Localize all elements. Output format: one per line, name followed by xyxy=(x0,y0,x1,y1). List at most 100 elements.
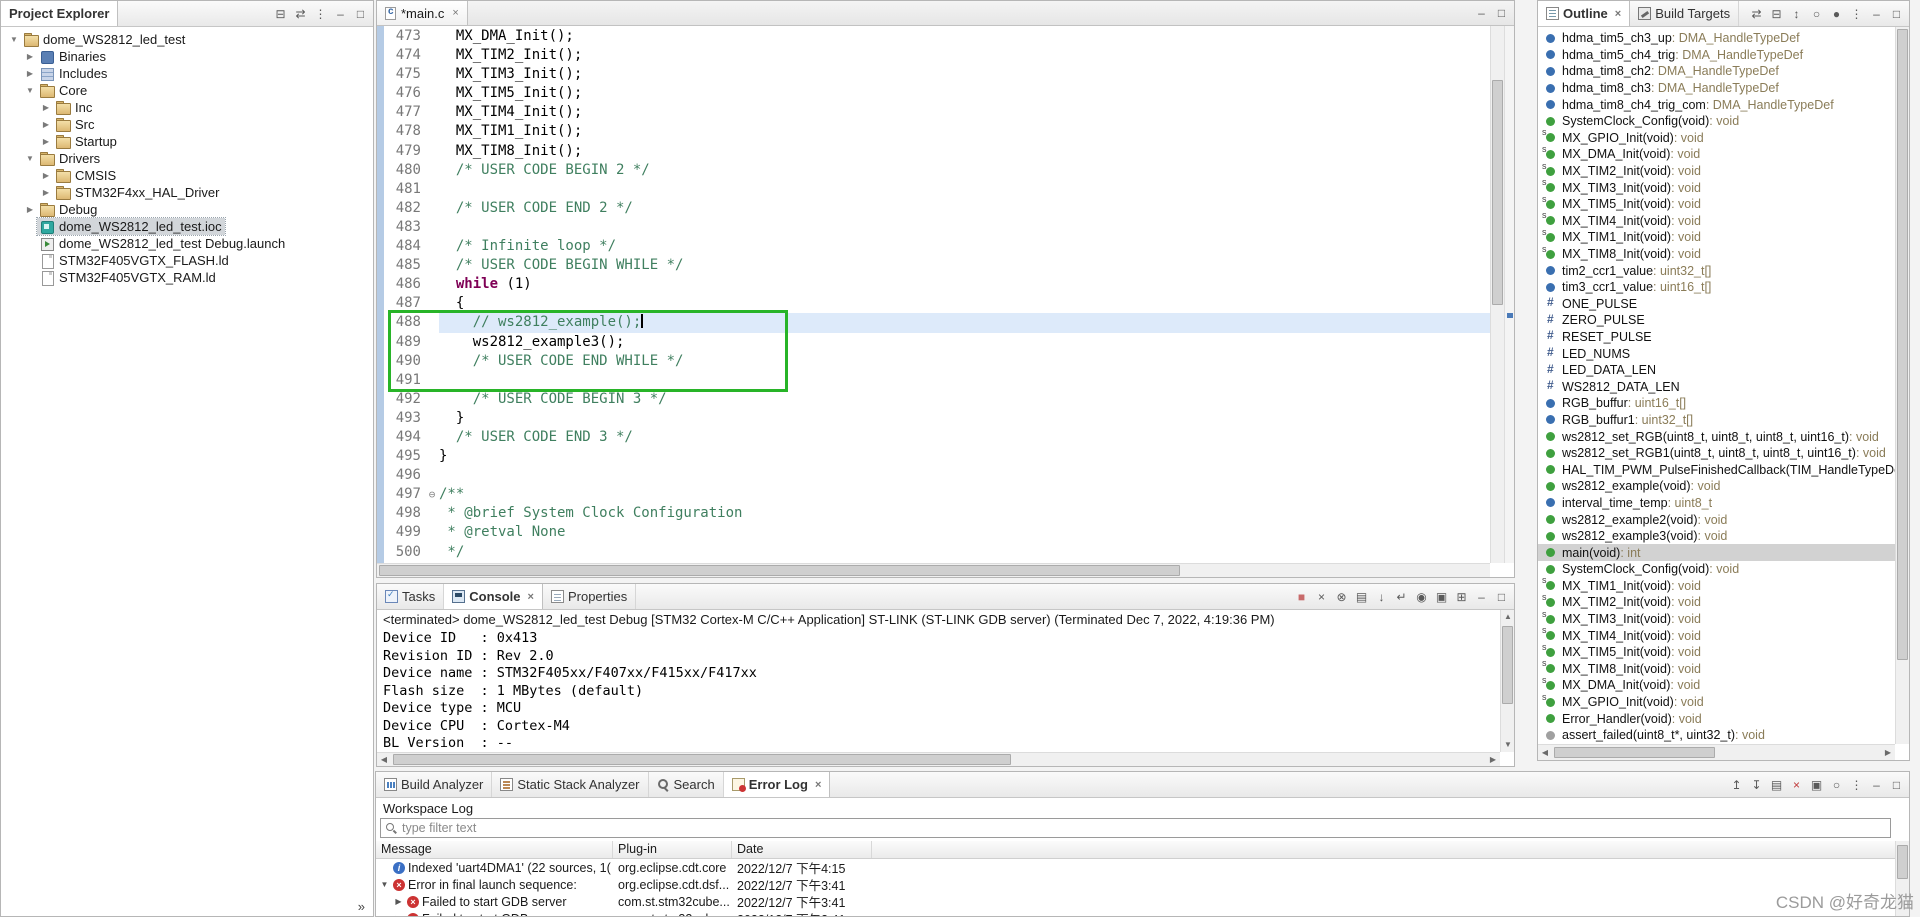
line-number[interactable]: 486 xyxy=(377,275,425,294)
line-number[interactable]: 482 xyxy=(377,199,425,218)
hide-fields-icon[interactable]: ○ xyxy=(1810,7,1823,21)
code-line-497[interactable]: 497⊖/** xyxy=(377,485,1490,504)
outline-item-ws2812-set-rgb1-uint8-t-uint8-t-uint8-t-[interactable]: ws2812_set_RGB1(uint8_t, uint8_t, uint8_… xyxy=(1538,445,1895,462)
outline-item-mx-gpio-init-void[interactable]: MX_GPIO_Init(void) : void xyxy=(1538,694,1895,711)
console-output-area[interactable]: Device ID : 0x413 Revision ID : Rev 2.0 … xyxy=(377,628,1500,752)
fold-collapse-icon[interactable]: ⊖ xyxy=(425,485,439,504)
tree-item-src[interactable]: ▶Src xyxy=(1,116,373,133)
close-tab-icon[interactable]: × xyxy=(815,779,821,791)
code-line-495[interactable]: 495} xyxy=(377,447,1490,466)
scrollbar-thumb[interactable] xyxy=(379,565,1180,576)
code-line-479[interactable]: 479 MX_TIM8_Init(); xyxy=(377,142,1490,161)
pin-console-icon[interactable]: ◉ xyxy=(1415,590,1428,604)
tree-collapsed-arrow[interactable]: ▶ xyxy=(39,171,53,180)
outline-item-ws2812-example-void[interactable]: ws2812_example(void) : void xyxy=(1538,478,1895,495)
tab-console[interactable]: Console× xyxy=(444,584,543,609)
outline-item-hdma-tim8-ch3[interactable]: hdma_tim8_ch3 : DMA_HandleTypeDef xyxy=(1538,80,1895,97)
outline-item-ws2812-example2-void[interactable]: ws2812_example2(void) : void xyxy=(1538,511,1895,528)
terminate-icon[interactable]: ■ xyxy=(1295,590,1308,604)
tree-expanded-arrow[interactable]: ▼ xyxy=(7,35,21,44)
row-expanded-arrow[interactable]: ▼ xyxy=(379,880,390,889)
tab-search[interactable]: Search xyxy=(649,772,724,797)
maximize-icon[interactable]: □ xyxy=(1495,6,1508,20)
line-number[interactable]: 491 xyxy=(377,371,425,390)
delete-log-icon[interactable]: × xyxy=(1790,778,1803,792)
code-line-481[interactable]: 481 xyxy=(377,180,1490,199)
scrollbar-thumb[interactable] xyxy=(1492,80,1503,306)
code-line-488[interactable]: 488 // ws2812_example(); xyxy=(377,313,1490,332)
editor-horizontal-scrollbar[interactable] xyxy=(377,563,1490,577)
hide-static-members-icon[interactable]: ● xyxy=(1830,7,1843,21)
outline-item-mx-tim4-init-void[interactable]: MX_TIM4_Init(void) : void xyxy=(1538,627,1895,644)
console-vertical-scrollbar[interactable]: ▲ ▼ xyxy=(1500,610,1514,752)
tree-item-drivers[interactable]: ▼Drivers xyxy=(1,150,373,167)
remove-all-launches-icon[interactable]: ⊗ xyxy=(1335,590,1348,604)
close-tab-icon[interactable]: × xyxy=(1615,8,1621,20)
open-console-icon[interactable]: ⊞ xyxy=(1455,590,1468,604)
line-number[interactable]: 483 xyxy=(377,218,425,237)
maximize-icon[interactable]: □ xyxy=(354,7,367,21)
collapse-all-icon[interactable]: ⊟ xyxy=(1770,7,1783,21)
line-number[interactable]: 478 xyxy=(377,122,425,141)
scrollbar-thumb[interactable] xyxy=(1554,747,1715,758)
tree-item-core[interactable]: ▼Core xyxy=(1,82,373,99)
outline-item-rgb-buffur1[interactable]: RGB_buffur1 : uint32_t[] xyxy=(1538,412,1895,429)
outline-item-mx-tim8-init-void[interactable]: MX_TIM8_Init(void) : void xyxy=(1538,246,1895,263)
column-header-date[interactable]: Date xyxy=(732,841,872,858)
filter-input[interactable] xyxy=(402,821,1886,835)
tree-item-includes[interactable]: ▶Includes xyxy=(1,65,373,82)
tree-item-binaries[interactable]: ▶Binaries xyxy=(1,48,373,65)
log-row[interactable]: ▶×Failed to start GDB servercom.st.stm32… xyxy=(376,893,1895,910)
outline-item-one-pulse[interactable]: ONE_PULSE xyxy=(1538,296,1895,313)
line-number[interactable]: 500 xyxy=(377,543,425,562)
outline-item-mx-dma-init-void[interactable]: MX_DMA_Init(void) : void xyxy=(1538,146,1895,163)
cursor-position-marker[interactable] xyxy=(1507,313,1513,318)
code-line-475[interactable]: 475 MX_TIM3_Init(); xyxy=(377,65,1490,84)
tree-collapsed-arrow[interactable]: ▶ xyxy=(23,205,37,214)
code-line-480[interactable]: 480 /* USER CODE BEGIN 2 */ xyxy=(377,161,1490,180)
view-menu-icon[interactable]: ⋮ xyxy=(314,7,327,21)
scrollbar-thumb[interactable] xyxy=(1897,845,1908,879)
scroll-up-arrow[interactable]: ▲ xyxy=(1501,610,1515,624)
outline-item-systemclock-config-void[interactable]: SystemClock_Config(void) : void xyxy=(1538,561,1895,578)
code-line-499[interactable]: 499 * @retval None xyxy=(377,523,1490,542)
line-number[interactable]: 480 xyxy=(377,161,425,180)
remove-launch-icon[interactable]: × xyxy=(1315,590,1328,604)
code-line-474[interactable]: 474 MX_TIM2_Init(); xyxy=(377,46,1490,65)
outline-item-mx-tim1-init-void[interactable]: MX_TIM1_Init(void) : void xyxy=(1538,229,1895,246)
link-with-editor-icon[interactable]: ⇄ xyxy=(294,7,307,21)
outline-item-led-data-len[interactable]: LED_DATA_LEN xyxy=(1538,362,1895,379)
tab-outline[interactable]: Outline× xyxy=(1538,1,1630,26)
console-horizontal-scrollbar[interactable]: ◀ ▶ xyxy=(377,752,1500,766)
line-number[interactable]: 487 xyxy=(377,294,425,313)
tree-collapsed-arrow[interactable]: ▶ xyxy=(39,137,53,146)
tree-collapsed-arrow[interactable]: ▶ xyxy=(39,188,53,197)
line-number[interactable]: 493 xyxy=(377,409,425,428)
clear-log-icon[interactable]: ▤ xyxy=(1770,778,1783,792)
tree-expanded-arrow[interactable]: ▼ xyxy=(23,86,37,95)
outline-item-mx-gpio-init-void[interactable]: MX_GPIO_Init(void) : void xyxy=(1538,130,1895,147)
tab-build-analyzer[interactable]: Build Analyzer xyxy=(376,772,492,797)
outline-item-tim2-ccr1-value[interactable]: tim2_ccr1_value : uint32_t[] xyxy=(1538,262,1895,279)
outline-item-mx-tim2-init-void[interactable]: MX_TIM2_Init(void) : void xyxy=(1538,163,1895,180)
code-line-490[interactable]: 490 /* USER CODE END WHILE */ xyxy=(377,352,1490,371)
tree-item-stm32f405vgtx-flash-ld[interactable]: STM32F405VGTX_FLASH.ld xyxy=(1,252,373,269)
log-row[interactable]: iIndexed 'uart4DMA1' (22 sources, 1(org.… xyxy=(376,859,1895,876)
line-number[interactable]: 474 xyxy=(377,46,425,65)
line-number[interactable]: 484 xyxy=(377,237,425,256)
outline-item-hdma-tim8-ch2[interactable]: hdma_tim8_ch2 : DMA_HandleTypeDef xyxy=(1538,63,1895,80)
overview-ruler[interactable] xyxy=(1504,26,1514,563)
code-line-496[interactable]: 496 xyxy=(377,466,1490,485)
scroll-right-arrow[interactable]: ▶ xyxy=(1881,746,1895,760)
tree-item-dome-ws2812-led-test-debug-launch[interactable]: dome_WS2812_led_test Debug.launch xyxy=(1,235,373,252)
code-line-498[interactable]: 498 * @brief System Clock Configuration xyxy=(377,504,1490,523)
scrollbar-thumb[interactable] xyxy=(1897,29,1908,660)
line-number[interactable]: 481 xyxy=(377,180,425,199)
maximize-icon[interactable]: □ xyxy=(1890,7,1903,21)
outline-item-mx-dma-init-void[interactable]: MX_DMA_Init(void) : void xyxy=(1538,677,1895,694)
close-tab-icon[interactable]: × xyxy=(528,591,534,603)
line-number[interactable]: 476 xyxy=(377,84,425,103)
code-line-500[interactable]: 500 */ xyxy=(377,543,1490,562)
outline-item-mx-tim1-init-void[interactable]: MX_TIM1_Init(void) : void xyxy=(1538,578,1895,595)
code-line-489[interactable]: 489 ws2812_example3(); xyxy=(377,333,1490,352)
